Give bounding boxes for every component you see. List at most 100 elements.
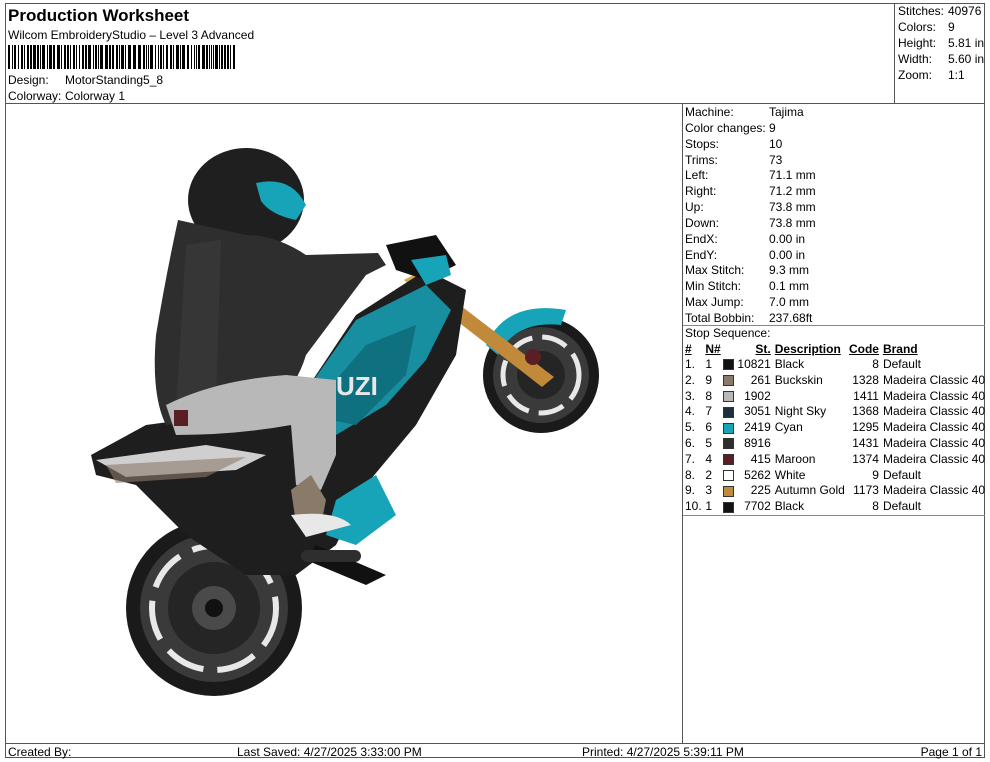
row-stitches: 1902 [744,388,771,403]
barcode-bar [206,45,208,69]
barcode-bar [93,45,94,69]
barcode-bar [224,45,226,69]
row-brand: Madeira Classic 40 [882,420,985,435]
col-needle: N# [705,342,721,356]
row-brand: Default [882,357,921,371]
color-swatch [722,375,734,387]
row-needle: 8 [705,388,713,403]
table-row: 8. 2 5262 White 9 Default [683,468,985,484]
row-index: 3. [685,388,696,403]
row-needle: 5 [705,435,713,450]
barcode-bar [18,45,19,69]
row-swatch [722,499,736,515]
summary-zoom: Zoom: 1:1 [898,68,965,82]
color-swatch [722,438,734,450]
table-row: 9. 3 225 Autumn Gold 1173 Madeira Classic 40 [683,483,985,499]
barcode-bar [180,45,181,69]
row-code: 1173 [853,483,879,498]
barcode-bar [173,45,174,69]
worksheet-header: Production Worksheet Wilcom EmbroiderySt… [5,3,895,104]
barcode-bar [213,45,214,69]
info-machine: Machine: Tajima [685,105,804,119]
page-number: Page 1 of 1 [920,745,982,759]
info-up: Up: 73.8 mm [685,200,816,214]
last-saved: Last Saved: 4/27/2025 3:33:00 PM [237,745,422,759]
barcode-bar [230,45,231,69]
color-swatch [722,422,734,434]
barcode-bar [121,45,124,69]
row-description [775,436,846,452]
color-swatch [722,485,734,497]
barcode-bar [64,45,66,69]
table-row: 3. 8 1902 1411 Madeira Classic 40 [683,389,985,405]
barcode-bar [105,45,108,69]
row-index: 5. [685,420,696,435]
table-row: 7. 4 415 Maroon 1374 Madeira Classic 40 [683,452,985,468]
machine-info-panel: Machine: Tajima Color changes: 9 Stops: 10 … [682,104,985,744]
barcode-bar [100,45,103,69]
row-brand: Madeira Classic 40 [882,451,985,466]
barcode-bar [47,45,48,69]
info-right: Right: 71.2 mm [685,184,816,198]
barcode-bar [196,45,197,69]
row-index: 2. [685,372,696,387]
colorway-row: Colorway: Colorway 1 [8,89,125,103]
summary-colors: Colors: 9 [898,20,955,34]
row-stitches: 8916 [744,435,771,450]
row-brand: Default [882,499,921,514]
row-brand: Default [882,467,921,482]
barcode-bar [158,45,159,69]
barcode-bar [14,45,16,69]
color-swatch [722,454,734,466]
color-swatch [722,469,734,481]
barcode-bar [24,45,25,69]
row-code: 1431 [852,435,879,450]
row-needle: 7 [705,404,713,419]
row-swatch [722,404,736,420]
row-index: 4. [685,404,696,419]
row-brand: Madeira Classic 40 [882,388,985,403]
stop-sequence-table: # N# St. Description Code Brand 1. 1 10821… [683,341,985,515]
design-preview: UZI [91,148,599,696]
row-swatch [722,373,736,389]
row-needle: 3 [705,483,713,498]
barcode-bar [146,45,147,69]
row-code: 1374 [852,451,879,466]
barcode-bar [76,45,77,69]
created-by: Created By: [8,745,72,759]
row-index: 10. [685,499,702,514]
row-swatch [722,468,736,484]
row-description: Cyan [774,420,803,435]
color-swatch [722,406,734,418]
barcode-bar [155,45,156,69]
colorway-label: Colorway: [8,89,62,103]
summary-height: Height: 5.81 in [898,36,985,50]
col-description: Description [774,342,841,356]
row-code: 1411 [853,388,879,403]
row-code: 1295 [852,420,879,435]
barcode-bar [33,45,36,69]
barcode-bar [187,45,189,69]
barcode-bar [109,45,111,69]
info-endx: EndX: 0.00 in [685,232,806,246]
row-swatch [722,389,736,405]
row-stitches: 261 [750,372,771,387]
barcode-bar [233,45,235,69]
row-index: 6. [685,435,696,450]
row-brand: Madeira Classic 40 [882,404,985,419]
row-description: Black [774,357,805,371]
page-title: Production Worksheet [8,6,190,25]
row-swatch [722,436,736,452]
row-stitches: 2419 [744,420,771,435]
barcode-bar [160,45,162,69]
divider [683,515,985,516]
barcode-bar [221,45,223,69]
design-value: MotorStanding5_8 [65,73,164,87]
row-swatch [722,483,736,499]
barcode-bar [27,45,29,69]
worksheet-footer: Created By: Last Saved: 4/27/2025 3:33:0… [5,743,985,759]
design-row: Design: MotorStanding5_8 [8,73,163,87]
barcode-bar [30,45,32,69]
info-down: Down: 73.8 mm [685,216,816,230]
stop-sequence-title: Stop Sequence: [685,326,771,340]
